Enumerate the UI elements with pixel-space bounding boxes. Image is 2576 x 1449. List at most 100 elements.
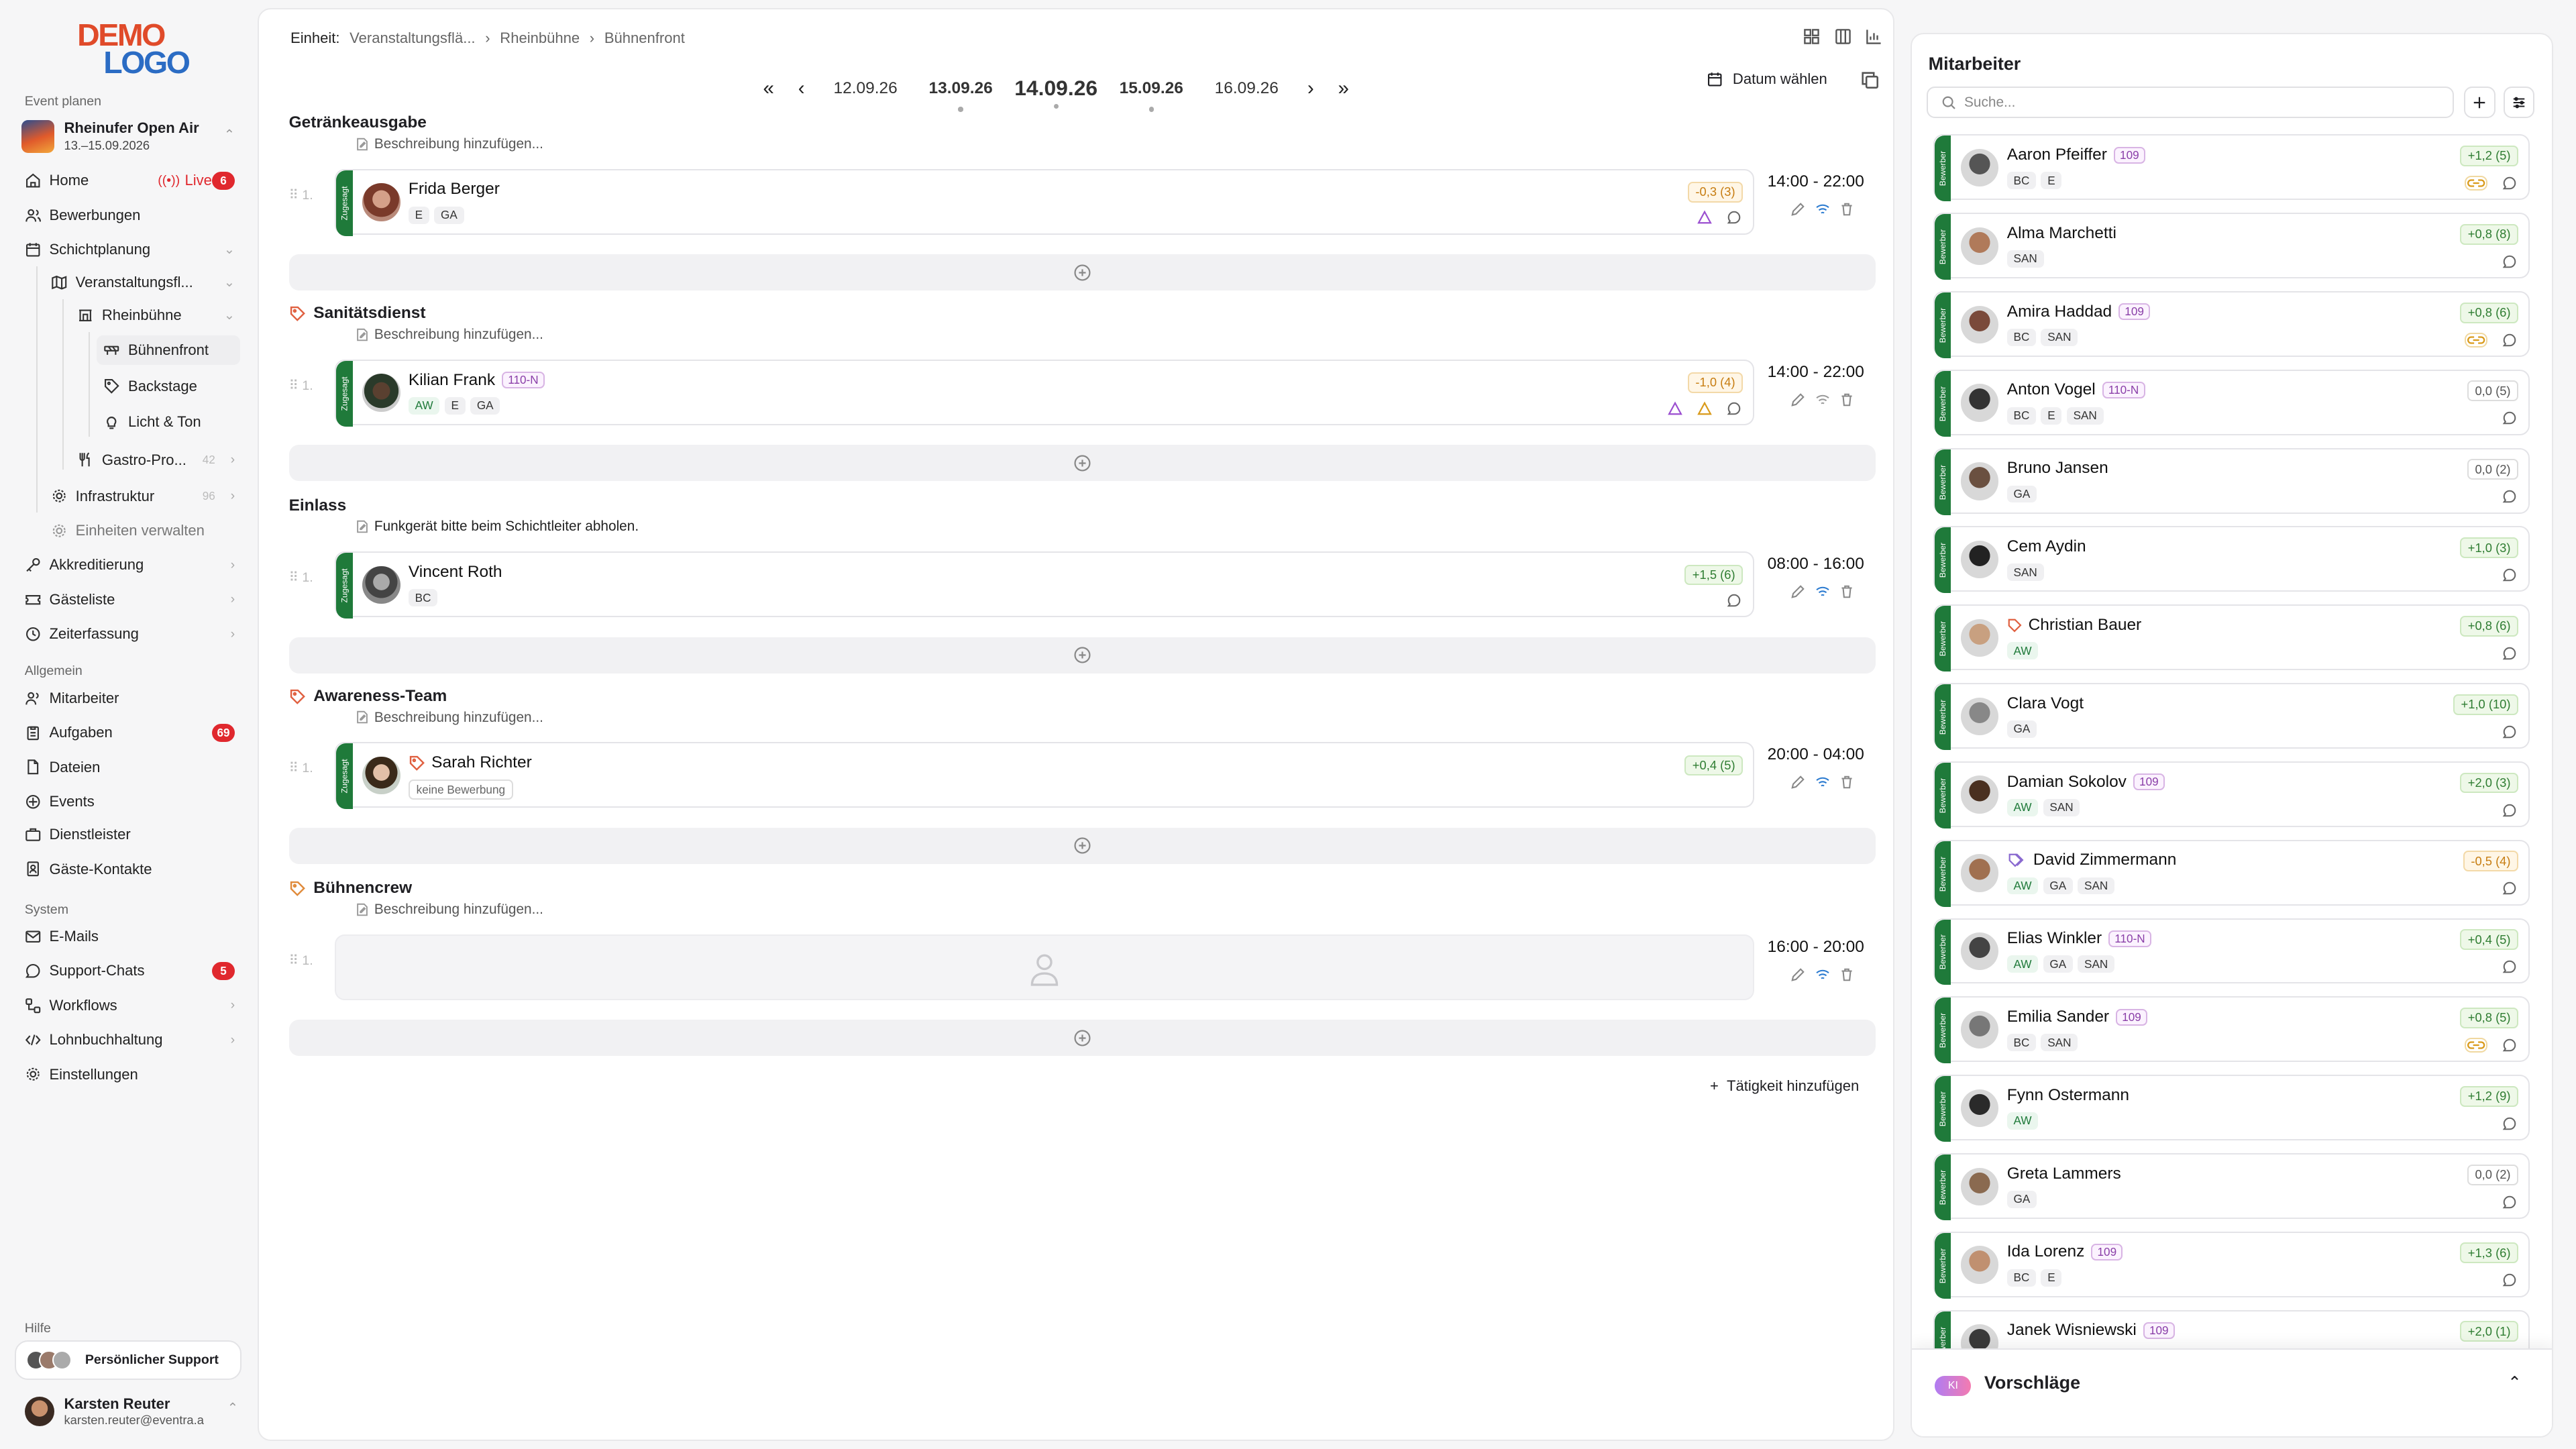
comment-icon[interactable] [2502,333,2517,347]
pencil-icon[interactable] [1790,775,1805,790]
comment-icon[interactable] [1727,593,1741,608]
sidebar-item-events[interactable]: Events [25,787,235,816]
employee-card[interactable]: Bewerber Emilia Sander 109 BC SAN +0,8 (5) [1933,996,2530,1064]
employee-name[interactable]: Aaron Pfeiffer 109 [2007,146,2145,164]
shift-card[interactable]: Zugesagt Vincent Roth BC +1,5 (6) [335,551,1755,619]
shift-time[interactable]: 20:00 - 04:00 [1768,745,1864,764]
employee-name[interactable]: Christian Bauer [2007,616,2141,635]
sidebar-item-lohnbuchhaltung[interactable]: Lohnbuchhaltung › [25,1025,235,1055]
sidebar-item-backstage[interactable]: Backstage [103,371,235,400]
employee-name[interactable]: Clara Vogt [2007,694,2084,713]
sidebar-item-bewerbungen[interactable]: Bewerbungen [25,201,235,230]
comment-icon[interactable] [2502,881,2517,896]
chart-view-icon[interactable] [1865,28,1883,46]
warning-icon[interactable] [1697,210,1712,225]
employee-card[interactable]: Bewerber Alma Marchetti SAN +0,8 (8) [1933,213,2530,280]
wifi-icon[interactable] [1815,775,1830,790]
sidebar-item-gaeste-kontakte[interactable]: Gäste-Kontakte [25,854,235,883]
group-description[interactable]: Beschreibung hinzufügen... [355,710,543,726]
pencil-icon[interactable] [1790,584,1805,599]
employee-card[interactable]: Bewerber Damian Sokolov 109 AW SAN +2,0 (3) [1933,761,2530,828]
employee-name[interactable]: Frida Berger [409,180,500,199]
employee-name[interactable]: Fynn Ostermann [2007,1086,2129,1105]
sidebar-item-home[interactable]: Home ((•)) Live 6 [25,166,235,195]
employee-card[interactable]: Bewerber Cem Aydin SAN +1,0 (3) [1933,526,2530,594]
search-input[interactable]: Suche... [1927,87,2455,118]
add-slot-button[interactable] [288,254,1876,290]
comment-icon[interactable] [2502,1273,2517,1287]
sidebar-item-gaesteliste[interactable]: Gästeliste › [25,585,235,614]
sidebar-item-zeiterfassung[interactable]: Zeiterfassung › [25,619,235,649]
shift-time[interactable]: 08:00 - 16:00 [1768,555,1864,574]
employee-card[interactable]: Bewerber Ida Lorenz 109 BC E +1,3 (6) [1933,1231,2530,1299]
trash-icon[interactable] [1839,392,1854,407]
employee-name[interactable]: Sarah Richter [409,753,532,772]
sidebar-item-rheinbuehne[interactable]: Rheinbühne ⌄ [77,301,235,330]
drag-handle[interactable]: ⠿ 1. [289,378,313,394]
link-icon[interactable] [2464,1038,2487,1053]
comment-icon[interactable] [2502,724,2517,739]
breadcrumb-item[interactable]: Veranstaltungsflä... [350,30,475,47]
chevron-right-icon[interactable]: › [1294,77,1327,100]
add-slot-button[interactable] [288,827,1876,864]
list-view-icon[interactable] [1803,28,1821,46]
employee-card[interactable]: Bewerber Fynn Ostermann AW +1,2 (9) [1933,1075,2530,1142]
trash-icon[interactable] [1839,967,1854,982]
link-icon[interactable] [2464,176,2487,191]
date-16-09[interactable]: 16.09.26 [1199,79,1294,98]
sidebar-item-dienstleister[interactable]: Dienstleister [25,820,235,849]
add-slot-button[interactable] [288,1020,1876,1057]
employee-name[interactable]: Vincent Roth [409,563,502,582]
event-switcher[interactable]: Rheinufer Open Air 13.–15.09.2026 ⌃ [21,117,235,156]
shift-time[interactable]: 14:00 - 22:00 [1768,172,1864,191]
shift-time[interactable]: 16:00 - 20:00 [1768,938,1864,957]
employee-name[interactable]: Amira Haddad 109 [2007,303,2151,321]
warning-icon[interactable] [1697,400,1712,416]
add-slot-button[interactable] [288,637,1876,674]
sidebar-item-licht-ton[interactable]: Licht & Ton [103,407,235,437]
group-description[interactable]: Beschreibung hinzufügen... [355,327,543,343]
pencil-icon[interactable] [1790,392,1805,407]
drag-handle[interactable]: ⠿ 1. [289,760,313,776]
columns-view-icon[interactable] [1834,28,1852,46]
sidebar-item-einstellungen[interactable]: Einstellungen [25,1060,235,1089]
comment-icon[interactable] [2502,489,2517,504]
sidebar-item-buehnenfront[interactable]: Bühnenfront [97,335,240,365]
group-description[interactable]: Beschreibung hinzufügen... [355,136,543,152]
trash-icon[interactable] [1839,584,1854,599]
employee-card[interactable]: Bewerber Clara Vogt GA +1,0 (10) [1933,683,2530,751]
date-15-09[interactable]: 15.09.26 [1104,79,1199,112]
employee-card[interactable]: Bewerber David Zimmermann AW GA SAN -0,5 (4) [1933,839,2530,907]
employee-name[interactable]: Ida Lorenz 109 [2007,1242,2123,1261]
comment-icon[interactable] [2502,254,2517,269]
link-icon[interactable] [2464,332,2487,347]
trash-icon[interactable] [1839,775,1854,790]
employee-name[interactable]: Elias Winkler 110-N [2007,929,2151,948]
date-14-09-current[interactable]: 14.09.26 [1008,76,1104,109]
employee-card[interactable]: Bewerber Greta Lammers GA 0,0 (2) [1933,1152,2530,1220]
chevron-left-icon[interactable]: ‹ [785,77,818,100]
shift-card[interactable]: Zugesagt Kilian Frank 110-N AW E GA -1,0 … [335,359,1755,427]
employee-name[interactable]: Alma Marchetti [2007,224,2116,243]
comment-icon[interactable] [2502,176,2517,191]
comment-icon[interactable] [2502,959,2517,974]
chevrons-right-icon[interactable]: » [1327,77,1360,100]
drag-handle[interactable]: ⠿ 1. [289,953,313,969]
warning-icon[interactable] [1667,400,1682,416]
breadcrumb-item[interactable]: Rheinbühne [500,30,580,47]
brand-logo[interactable]: DEMO LOGO [77,19,191,84]
drag-handle[interactable]: ⠿ 1. [289,570,313,586]
employee-name[interactable]: David Zimmermann [2007,851,2176,869]
date-13-09[interactable]: 13.09.26 [913,79,1008,112]
user-menu[interactable]: Karsten Reuter karsten.reuter@eventra.a … [24,1393,238,1430]
sidebar-item-veranstaltungsflaechen[interactable]: Veranstaltungsfl... ⌄ [51,268,235,297]
group-description[interactable]: Beschreibung hinzufügen... [355,902,543,918]
comment-icon[interactable] [2502,568,2517,582]
employee-card[interactable]: Bewerber Elias Winkler 110-N AW GA SAN +0,4 (5… [1933,918,2530,985]
employee-card[interactable]: Bewerber Christian Bauer AW +0,8 (6) [1933,604,2530,672]
sidebar-item-gastro[interactable]: Gastro-Pro... 42 › [77,445,235,475]
sidebar-item-akkreditierung[interactable]: Akkreditierung › [25,550,235,580]
trash-icon[interactable] [1839,202,1854,217]
breadcrumb-item[interactable]: Bühnenfront [604,30,685,47]
sidebar-item-dateien[interactable]: Dateien [25,753,235,782]
